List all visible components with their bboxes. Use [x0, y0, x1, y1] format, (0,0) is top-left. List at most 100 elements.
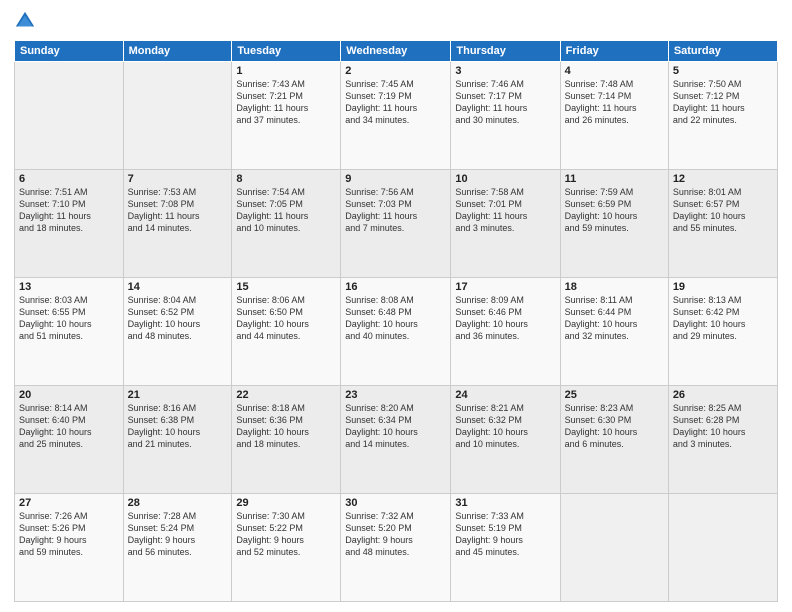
calendar-cell: 28Sunrise: 7:28 AMSunset: 5:24 PMDayligh…: [123, 494, 232, 602]
calendar-cell: 21Sunrise: 8:16 AMSunset: 6:38 PMDayligh…: [123, 386, 232, 494]
days-of-week-row: SundayMondayTuesdayWednesdayThursdayFrid…: [15, 41, 778, 62]
day-number: 28: [128, 497, 228, 509]
day-info: Sunrise: 8:14 AMSunset: 6:40 PMDaylight:…: [19, 402, 119, 451]
day-of-week-header: Monday: [123, 41, 232, 62]
calendar-cell: 17Sunrise: 8:09 AMSunset: 6:46 PMDayligh…: [451, 278, 560, 386]
calendar-cell: 4Sunrise: 7:48 AMSunset: 7:14 PMDaylight…: [560, 62, 668, 170]
calendar-table: SundayMondayTuesdayWednesdayThursdayFrid…: [14, 40, 778, 602]
calendar-cell: 10Sunrise: 7:58 AMSunset: 7:01 PMDayligh…: [451, 170, 560, 278]
day-number: 10: [455, 173, 555, 185]
day-number: 6: [19, 173, 119, 185]
calendar-cell: 14Sunrise: 8:04 AMSunset: 6:52 PMDayligh…: [123, 278, 232, 386]
day-info: Sunrise: 8:06 AMSunset: 6:50 PMDaylight:…: [236, 294, 336, 343]
day-info: Sunrise: 8:20 AMSunset: 6:34 PMDaylight:…: [345, 402, 446, 451]
calendar-cell: 31Sunrise: 7:33 AMSunset: 5:19 PMDayligh…: [451, 494, 560, 602]
week-row: 13Sunrise: 8:03 AMSunset: 6:55 PMDayligh…: [15, 278, 778, 386]
header: [14, 10, 778, 32]
day-number: 29: [236, 497, 336, 509]
day-of-week-header: Tuesday: [232, 41, 341, 62]
day-number: 30: [345, 497, 446, 509]
day-number: 13: [19, 281, 119, 293]
calendar-cell: 18Sunrise: 8:11 AMSunset: 6:44 PMDayligh…: [560, 278, 668, 386]
day-info: Sunrise: 7:48 AMSunset: 7:14 PMDaylight:…: [565, 78, 664, 127]
day-info: Sunrise: 8:01 AMSunset: 6:57 PMDaylight:…: [673, 186, 773, 235]
calendar-cell: 1Sunrise: 7:43 AMSunset: 7:21 PMDaylight…: [232, 62, 341, 170]
day-number: 27: [19, 497, 119, 509]
day-of-week-header: Sunday: [15, 41, 124, 62]
day-info: Sunrise: 7:43 AMSunset: 7:21 PMDaylight:…: [236, 78, 336, 127]
calendar-cell: 25Sunrise: 8:23 AMSunset: 6:30 PMDayligh…: [560, 386, 668, 494]
day-number: 24: [455, 389, 555, 401]
day-info: Sunrise: 7:26 AMSunset: 5:26 PMDaylight:…: [19, 510, 119, 559]
day-number: 21: [128, 389, 228, 401]
calendar-cell: 13Sunrise: 8:03 AMSunset: 6:55 PMDayligh…: [15, 278, 124, 386]
calendar-cell: 16Sunrise: 8:08 AMSunset: 6:48 PMDayligh…: [341, 278, 451, 386]
calendar-page: SundayMondayTuesdayWednesdayThursdayFrid…: [0, 0, 792, 612]
day-number: 25: [565, 389, 664, 401]
day-number: 18: [565, 281, 664, 293]
calendar-cell: [668, 494, 777, 602]
calendar-cell: 20Sunrise: 8:14 AMSunset: 6:40 PMDayligh…: [15, 386, 124, 494]
day-number: 23: [345, 389, 446, 401]
day-of-week-header: Friday: [560, 41, 668, 62]
calendar-cell: 7Sunrise: 7:53 AMSunset: 7:08 PMDaylight…: [123, 170, 232, 278]
logo-icon: [14, 10, 36, 32]
day-info: Sunrise: 8:16 AMSunset: 6:38 PMDaylight:…: [128, 402, 228, 451]
day-info: Sunrise: 8:04 AMSunset: 6:52 PMDaylight:…: [128, 294, 228, 343]
day-of-week-header: Wednesday: [341, 41, 451, 62]
day-number: 17: [455, 281, 555, 293]
day-number: 4: [565, 65, 664, 77]
day-info: Sunrise: 8:25 AMSunset: 6:28 PMDaylight:…: [673, 402, 773, 451]
day-info: Sunrise: 8:09 AMSunset: 6:46 PMDaylight:…: [455, 294, 555, 343]
week-row: 1Sunrise: 7:43 AMSunset: 7:21 PMDaylight…: [15, 62, 778, 170]
day-number: 20: [19, 389, 119, 401]
day-number: 22: [236, 389, 336, 401]
day-number: 9: [345, 173, 446, 185]
day-number: 7: [128, 173, 228, 185]
calendar-cell: 26Sunrise: 8:25 AMSunset: 6:28 PMDayligh…: [668, 386, 777, 494]
day-number: 31: [455, 497, 555, 509]
calendar-body: 1Sunrise: 7:43 AMSunset: 7:21 PMDaylight…: [15, 62, 778, 602]
calendar-cell: 24Sunrise: 8:21 AMSunset: 6:32 PMDayligh…: [451, 386, 560, 494]
calendar-cell: 2Sunrise: 7:45 AMSunset: 7:19 PMDaylight…: [341, 62, 451, 170]
calendar-cell: 22Sunrise: 8:18 AMSunset: 6:36 PMDayligh…: [232, 386, 341, 494]
day-info: Sunrise: 7:53 AMSunset: 7:08 PMDaylight:…: [128, 186, 228, 235]
day-number: 1: [236, 65, 336, 77]
day-number: 12: [673, 173, 773, 185]
calendar-cell: [123, 62, 232, 170]
day-info: Sunrise: 7:59 AMSunset: 6:59 PMDaylight:…: [565, 186, 664, 235]
calendar-cell: 6Sunrise: 7:51 AMSunset: 7:10 PMDaylight…: [15, 170, 124, 278]
calendar-cell: 30Sunrise: 7:32 AMSunset: 5:20 PMDayligh…: [341, 494, 451, 602]
day-info: Sunrise: 7:46 AMSunset: 7:17 PMDaylight:…: [455, 78, 555, 127]
day-number: 19: [673, 281, 773, 293]
day-info: Sunrise: 8:13 AMSunset: 6:42 PMDaylight:…: [673, 294, 773, 343]
day-info: Sunrise: 8:21 AMSunset: 6:32 PMDaylight:…: [455, 402, 555, 451]
day-info: Sunrise: 7:51 AMSunset: 7:10 PMDaylight:…: [19, 186, 119, 235]
logo: [14, 10, 40, 32]
day-number: 11: [565, 173, 664, 185]
day-number: 26: [673, 389, 773, 401]
week-row: 6Sunrise: 7:51 AMSunset: 7:10 PMDaylight…: [15, 170, 778, 278]
day-info: Sunrise: 7:33 AMSunset: 5:19 PMDaylight:…: [455, 510, 555, 559]
calendar-cell: 12Sunrise: 8:01 AMSunset: 6:57 PMDayligh…: [668, 170, 777, 278]
day-number: 14: [128, 281, 228, 293]
day-info: Sunrise: 7:45 AMSunset: 7:19 PMDaylight:…: [345, 78, 446, 127]
calendar-cell: 8Sunrise: 7:54 AMSunset: 7:05 PMDaylight…: [232, 170, 341, 278]
day-info: Sunrise: 7:50 AMSunset: 7:12 PMDaylight:…: [673, 78, 773, 127]
day-number: 15: [236, 281, 336, 293]
calendar-cell: 5Sunrise: 7:50 AMSunset: 7:12 PMDaylight…: [668, 62, 777, 170]
day-info: Sunrise: 7:30 AMSunset: 5:22 PMDaylight:…: [236, 510, 336, 559]
day-info: Sunrise: 7:58 AMSunset: 7:01 PMDaylight:…: [455, 186, 555, 235]
day-info: Sunrise: 8:11 AMSunset: 6:44 PMDaylight:…: [565, 294, 664, 343]
calendar-cell: 15Sunrise: 8:06 AMSunset: 6:50 PMDayligh…: [232, 278, 341, 386]
calendar-cell: 3Sunrise: 7:46 AMSunset: 7:17 PMDaylight…: [451, 62, 560, 170]
day-info: Sunrise: 8:23 AMSunset: 6:30 PMDaylight:…: [565, 402, 664, 451]
calendar-cell: 11Sunrise: 7:59 AMSunset: 6:59 PMDayligh…: [560, 170, 668, 278]
week-row: 20Sunrise: 8:14 AMSunset: 6:40 PMDayligh…: [15, 386, 778, 494]
day-info: Sunrise: 7:32 AMSunset: 5:20 PMDaylight:…: [345, 510, 446, 559]
day-number: 5: [673, 65, 773, 77]
day-info: Sunrise: 7:56 AMSunset: 7:03 PMDaylight:…: [345, 186, 446, 235]
day-of-week-header: Thursday: [451, 41, 560, 62]
day-number: 16: [345, 281, 446, 293]
week-row: 27Sunrise: 7:26 AMSunset: 5:26 PMDayligh…: [15, 494, 778, 602]
